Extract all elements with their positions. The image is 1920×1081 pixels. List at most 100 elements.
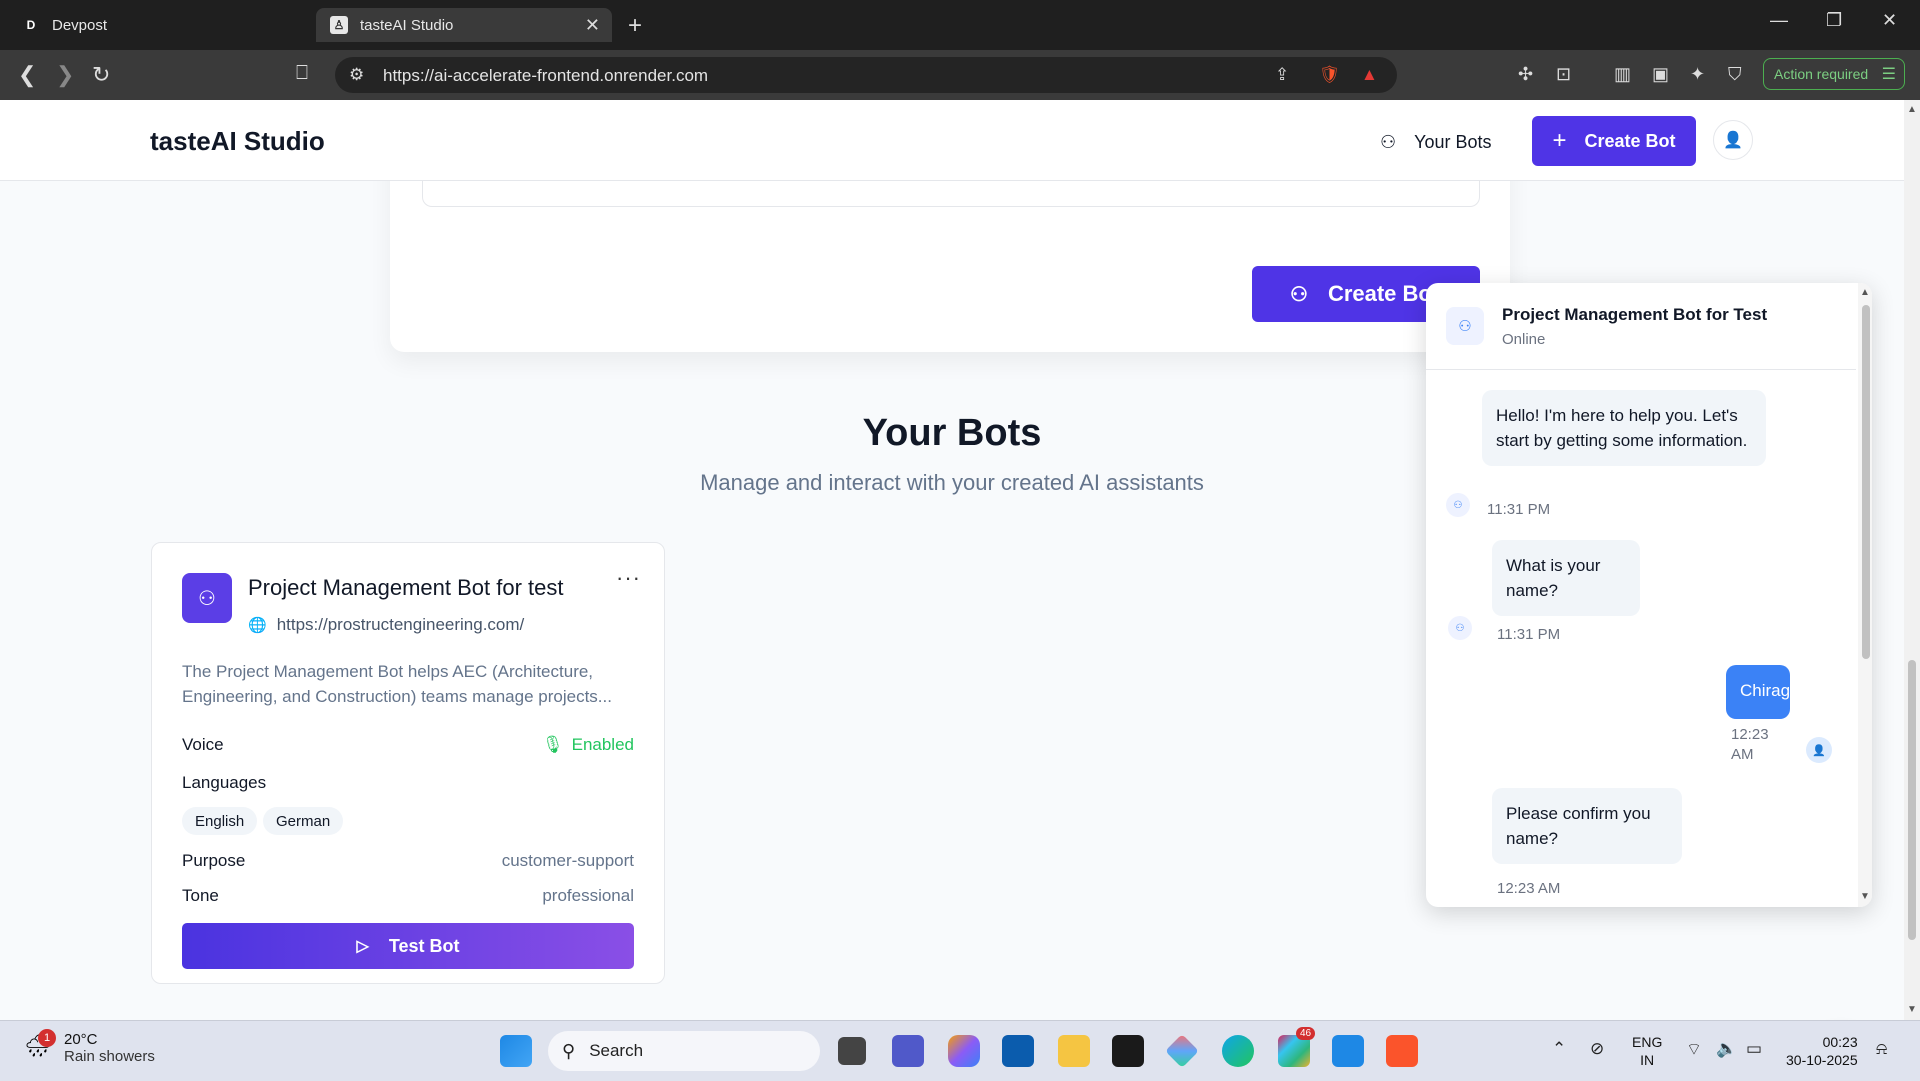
tasteai-favicon-icon: ♙: [330, 16, 348, 34]
copilot-icon[interactable]: [948, 1035, 980, 1067]
brave-rewards-icon[interactable]: ▲: [1361, 65, 1378, 85]
taskbar-search[interactable]: ⚲ Search: [548, 1031, 820, 1071]
page-content: ⚇ Create Bot tasteAI Studio ⚇ Your Bots …: [0, 100, 1904, 1020]
brave-shields-icon[interactable]: 🛡: [1319, 65, 1341, 85]
back-icon[interactable]: ❮: [18, 62, 36, 88]
terminal-icon[interactable]: [1112, 1035, 1144, 1067]
slack-icon[interactable]: 46: [1278, 1027, 1316, 1067]
action-required-button[interactable]: Action required ☰: [1763, 58, 1905, 90]
reader-icon[interactable]: ⊡: [1556, 64, 1571, 85]
edge-icon[interactable]: [1222, 1035, 1254, 1067]
wifi-icon[interactable]: ⌔: [1686, 1039, 1702, 1060]
region-code: IN: [1640, 1052, 1655, 1068]
forward-icon[interactable]: ❯: [56, 62, 74, 88]
devpost-favicon-icon: D: [22, 16, 40, 34]
user-avatar-icon[interactable]: 👤: [1713, 120, 1753, 160]
extensions-icon[interactable]: ✣: [1518, 64, 1533, 85]
window-close-icon[interactable]: ✕: [1882, 10, 1897, 31]
tone-label: Tone: [182, 886, 219, 905]
more-options-icon[interactable]: ···: [616, 565, 641, 591]
brave-browser-icon[interactable]: [1386, 1035, 1418, 1067]
bot-message: What is your name?: [1492, 540, 1640, 616]
header-create-bot-button[interactable]: + Create Bot: [1532, 116, 1696, 166]
bot-avatar-icon: ⚇: [1446, 493, 1470, 517]
message-time: 11:31 PM: [1497, 626, 1561, 643]
restore-icon[interactable]: ❐: [1826, 10, 1842, 31]
tone-value: professional: [542, 886, 634, 905]
tab-tasteai-studio[interactable]: ♙ tasteAI Studio ✕: [316, 8, 612, 42]
notifications-icon[interactable]: ⍾: [1876, 1039, 1887, 1059]
teams-icon[interactable]: [892, 1035, 924, 1067]
sync-off-icon[interactable]: ⊘: [1590, 1039, 1604, 1059]
microphone-icon: 🎙: [542, 735, 564, 754]
message-time-line: AM: [1731, 746, 1754, 763]
scroll-down-icon[interactable]: ▼: [1907, 1004, 1917, 1015]
scroll-up-icon[interactable]: ▲: [1907, 104, 1917, 115]
share-icon[interactable]: ⇪: [1275, 65, 1289, 85]
bot-avatar-icon: ⚇: [182, 573, 232, 623]
page-scrollbar[interactable]: ▲ ▼: [1904, 100, 1920, 1020]
volume-icon[interactable]: 🔈: [1716, 1039, 1737, 1059]
bookmark-icon[interactable]: ⎕: [296, 62, 308, 85]
input-language[interactable]: ENG IN: [1632, 1033, 1662, 1069]
reload-icon[interactable]: ↻: [92, 62, 110, 88]
scroll-up-icon[interactable]: ▲: [1860, 287, 1870, 298]
minimize-icon[interactable]: —: [1770, 10, 1788, 31]
tab-label: Devpost: [52, 16, 108, 34]
form-create-bot-label: Create Bot: [1327, 281, 1440, 306]
action-required-label: Action required: [1774, 66, 1869, 82]
nav-your-bots[interactable]: ⚇ Your Bots: [1380, 132, 1492, 153]
weather-widget[interactable]: 🌧 1 20°C Rain showers: [24, 1029, 155, 1065]
user-avatar-icon: 👤: [1806, 737, 1832, 763]
new-tab-icon[interactable]: +: [628, 12, 642, 40]
scrollbar-thumb[interactable]: [1862, 305, 1870, 659]
voice-status: 🎙 Enabled: [542, 735, 634, 755]
search-icon: ⚲: [562, 1040, 576, 1061]
chat-title: Project Management Bot for Test: [1502, 305, 1768, 324]
bot-description: The Project Management Bot helps AEC (Ar…: [182, 662, 612, 706]
voice-label: Voice: [182, 735, 224, 754]
menu-icon: ☰: [1881, 66, 1896, 83]
show-hidden-icons-icon[interactable]: ⌃: [1552, 1039, 1566, 1059]
close-tab-icon[interactable]: ✕: [585, 15, 600, 36]
user-message: Chirag: [1726, 665, 1790, 719]
vpn-icon[interactable]: ⛉: [1728, 64, 1742, 85]
globe-icon: 🌐: [248, 617, 267, 634]
nav-your-bots-label: Your Bots: [1414, 132, 1492, 152]
purpose-value: customer-support: [501, 851, 634, 870]
tab-devpost[interactable]: D Devpost: [8, 8, 308, 42]
file-explorer-icon[interactable]: [1058, 1035, 1090, 1067]
leo-ai-icon[interactable]: ✦: [1690, 64, 1705, 85]
scroll-down-icon[interactable]: ▼: [1860, 891, 1870, 902]
site-settings-icon[interactable]: ⚙: [349, 65, 364, 85]
bot-url-text: https://prostructengineering.com/: [276, 615, 525, 634]
scrollbar-thumb[interactable]: [1908, 660, 1916, 940]
chat-header: ⚇ Project Management Bot for Test Online: [1426, 283, 1856, 370]
header-create-bot-label: Create Bot: [1584, 130, 1676, 151]
vscode-icon[interactable]: [1332, 1035, 1364, 1067]
chat-scrollbar[interactable]: ▲ ▼: [1858, 283, 1872, 907]
clock[interactable]: 00:23 30-10-2025: [1786, 1033, 1858, 1069]
task-view-icon[interactable]: [838, 1037, 866, 1065]
url-text: https://ai-accelerate-frontend.onrender.…: [383, 66, 709, 85]
app-header: tasteAI Studio ⚇ Your Bots + Create Bot …: [0, 100, 1904, 181]
microsoft-store-icon[interactable]: [1002, 1035, 1034, 1067]
address-bar[interactable]: ⚙ https://ai-accelerate-frontend.onrende…: [335, 57, 1397, 93]
test-bot-label: Test Bot: [388, 935, 460, 956]
notification-badge: 46: [1296, 1027, 1316, 1040]
plus-icon: +: [1552, 127, 1567, 154]
start-button-icon[interactable]: [500, 1035, 532, 1067]
bot-icon: ⚇: [1380, 132, 1397, 152]
play-icon: ▷: [356, 938, 369, 955]
battery-icon[interactable]: ▭: [1746, 1039, 1762, 1059]
tab-label: tasteAI Studio: [360, 16, 454, 34]
wallet-icon[interactable]: ▣: [1652, 64, 1669, 85]
app-diamond-icon[interactable]: [1165, 1034, 1199, 1068]
test-bot-button[interactable]: ▷ Test Bot: [182, 923, 634, 969]
bot-message: Hello! I'm here to help you. Let's start…: [1482, 390, 1766, 466]
brand-title: tasteAI Studio: [150, 126, 325, 156]
rain-cloud-icon: 🌧 1: [24, 1029, 58, 1063]
bot-url[interactable]: 🌐 https://prostructengineering.com/: [248, 615, 524, 635]
sidebar-icon[interactable]: ▥: [1614, 64, 1631, 85]
message-time: 12:23 AM: [1731, 725, 1769, 765]
